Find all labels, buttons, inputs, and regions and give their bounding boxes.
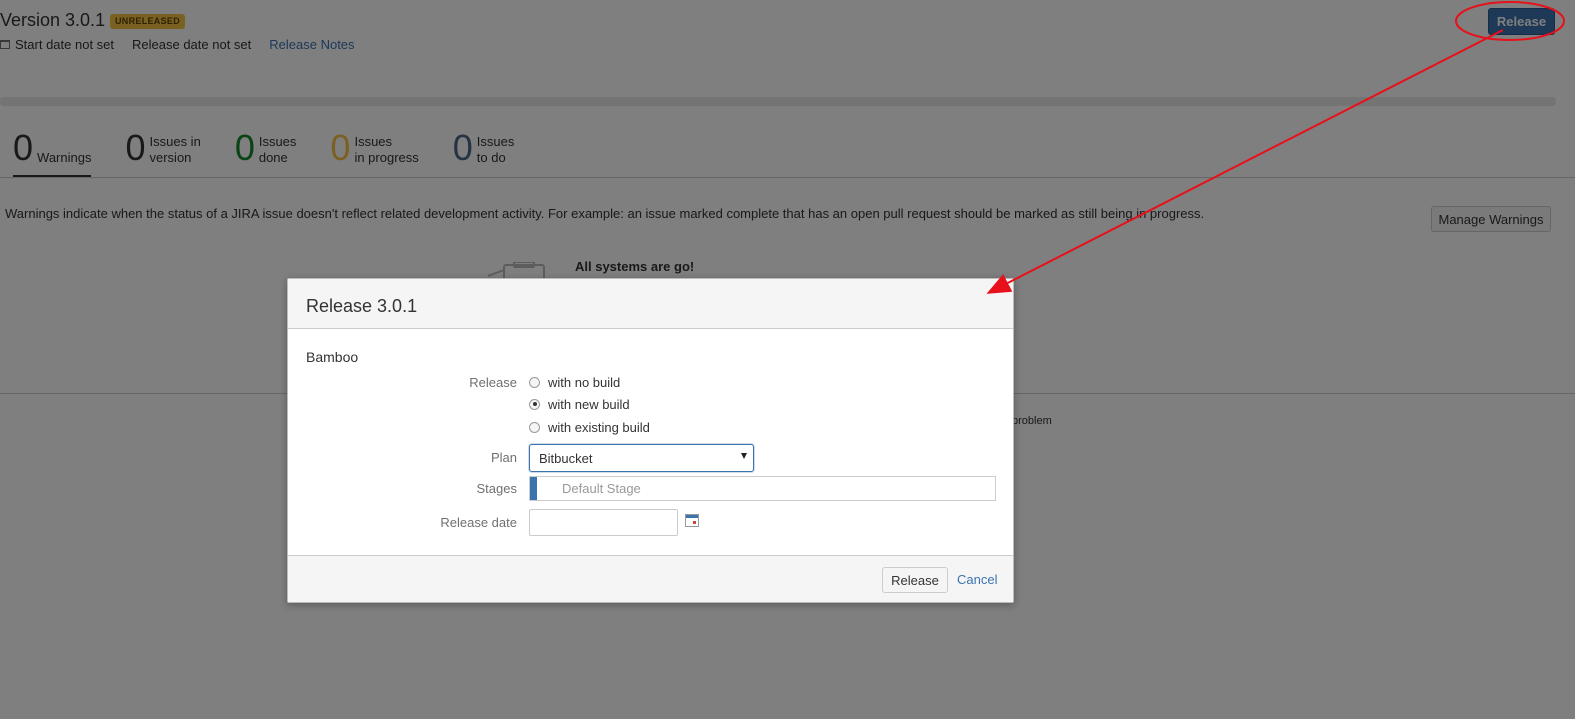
stage-item-default[interactable]: Default Stage <box>562 481 641 496</box>
plan-select-value: Bitbucket <box>539 450 593 466</box>
dialog-footer: Release Cancel <box>288 555 1013 602</box>
release-date-input[interactable] <box>529 509 678 536</box>
radio-label: with new build <box>548 396 630 412</box>
stages-field-label: Stages <box>476 481 517 496</box>
release-field-label: Release <box>469 375 517 390</box>
plan-select[interactable]: Bitbucket <box>529 444 754 472</box>
radio-no-build[interactable]: with no build <box>529 374 620 390</box>
radio-button-selected[interactable] <box>529 398 540 410</box>
radio-existing-build[interactable]: with existing build <box>529 419 650 435</box>
stages-list[interactable]: Default Stage <box>529 476 996 501</box>
radio-label: with no build <box>548 374 621 390</box>
radio-button[interactable] <box>529 421 540 433</box>
release-date-field-label: Release date <box>440 515 517 530</box>
radio-new-build[interactable]: with new build <box>529 396 630 412</box>
stage-selected-indicator <box>530 477 537 500</box>
dialog-title: Release 3.0.1 <box>306 296 418 316</box>
calendar-picker-icon[interactable] <box>685 514 699 527</box>
dialog-release-button[interactable]: Release <box>882 567 948 593</box>
chevron-down-icon <box>741 453 747 459</box>
release-dialog: Release 3.0.1 Bamboo Release with no bui… <box>287 278 1014 603</box>
radio-button[interactable] <box>529 376 540 388</box>
radio-label: with existing build <box>548 419 650 435</box>
bamboo-section-title: Bamboo <box>306 349 359 365</box>
plan-field-label: Plan <box>490 450 517 465</box>
cancel-link[interactable]: Cancel <box>957 572 997 587</box>
dialog-header: Release 3.0.1 <box>288 279 1013 329</box>
